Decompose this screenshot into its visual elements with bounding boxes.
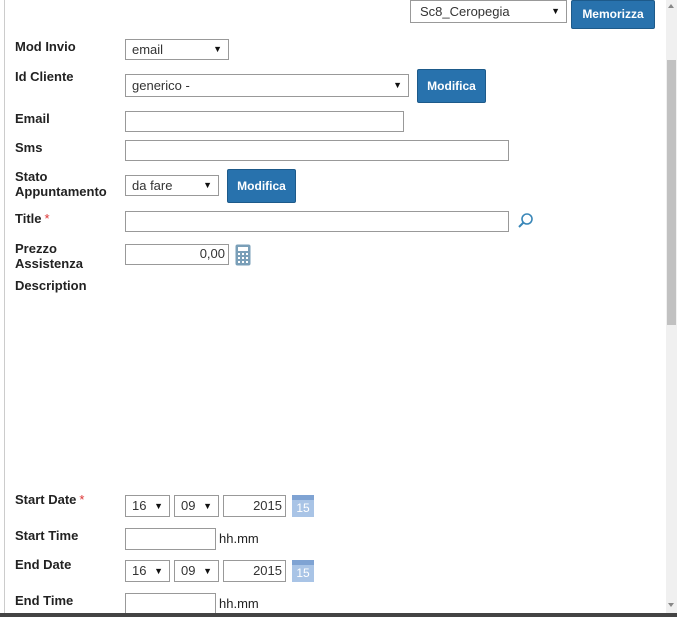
title-label-text: Title bbox=[15, 211, 42, 226]
prezzo-label-line2: Assistenza bbox=[15, 256, 83, 271]
id-cliente-value: generico - bbox=[132, 78, 190, 93]
stato-value: da fare bbox=[132, 178, 173, 193]
prezzo-label-line1: Prezzo bbox=[15, 241, 57, 256]
id-cliente-label: Id Cliente bbox=[15, 69, 74, 84]
end-time-hint: hh.mm bbox=[219, 596, 259, 611]
end-month-select[interactable]: 09 bbox=[174, 560, 219, 582]
scroll-down-arrow[interactable] bbox=[668, 603, 674, 607]
title-input[interactable] bbox=[125, 211, 509, 232]
end-month-value: 09 bbox=[181, 563, 196, 578]
description-label: Description bbox=[15, 278, 87, 293]
start-date-label: Start Date * bbox=[15, 492, 84, 507]
scrollbar-thumb[interactable] bbox=[667, 60, 676, 325]
id-cliente-select[interactable]: generico - bbox=[125, 74, 409, 97]
description-editor[interactable] bbox=[125, 275, 655, 480]
end-calendar-icon[interactable]: 15 bbox=[292, 560, 314, 582]
calculator-icon[interactable] bbox=[235, 244, 251, 266]
start-day-select[interactable]: 16 bbox=[125, 495, 170, 517]
sms-label: Sms bbox=[15, 140, 43, 155]
required-marker: * bbox=[44, 211, 50, 226]
profile-select[interactable]: Sc8_Ceropegia bbox=[410, 0, 567, 23]
stato-select[interactable]: da fare bbox=[125, 175, 219, 196]
start-year-input[interactable]: 2015 bbox=[223, 495, 286, 517]
left-border bbox=[4, 0, 5, 613]
start-calendar-icon[interactable]: 15 bbox=[292, 495, 314, 517]
stato-modifica-button[interactable]: Modifica bbox=[227, 169, 296, 203]
email-label: Email bbox=[15, 111, 50, 126]
search-icon[interactable] bbox=[517, 212, 535, 230]
start-time-label: Start Time bbox=[15, 528, 79, 543]
sms-input[interactable] bbox=[125, 140, 509, 161]
end-year-input[interactable]: 2015 bbox=[223, 560, 286, 582]
stato-label-line1: Stato bbox=[15, 169, 48, 184]
prezzo-label: Prezzo Assistenza bbox=[15, 241, 83, 271]
memorizza-button[interactable]: Memorizza bbox=[571, 0, 655, 29]
end-day-value: 16 bbox=[132, 563, 147, 578]
start-day-value: 16 bbox=[132, 498, 147, 513]
end-time-input[interactable] bbox=[125, 593, 216, 615]
start-month-value: 09 bbox=[181, 498, 196, 513]
start-time-hint: hh.mm bbox=[219, 531, 259, 546]
stato-label-line2: Appuntamento bbox=[15, 184, 107, 199]
required-marker: * bbox=[79, 492, 85, 507]
title-label: Title * bbox=[15, 211, 50, 226]
email-input[interactable] bbox=[125, 111, 404, 132]
end-time-label: End Time bbox=[15, 593, 74, 608]
end-day-select[interactable]: 16 bbox=[125, 560, 170, 582]
mod-invio-select[interactable]: email bbox=[125, 39, 229, 60]
start-time-input[interactable] bbox=[125, 528, 216, 550]
end-date-label: End Date bbox=[15, 557, 72, 572]
mod-invio-label: Mod Invio bbox=[15, 39, 76, 54]
scrollbar[interactable] bbox=[666, 0, 677, 613]
stato-label: Stato Appuntamento bbox=[15, 169, 107, 199]
prezzo-input[interactable]: 0,00 bbox=[125, 244, 229, 265]
profile-select-value: Sc8_Ceropegia bbox=[420, 4, 510, 19]
bottom-bar bbox=[0, 613, 677, 617]
start-date-label-text: Start Date bbox=[15, 492, 77, 507]
mod-invio-value: email bbox=[132, 42, 164, 57]
id-cliente-modifica-button[interactable]: Modifica bbox=[417, 69, 486, 103]
start-month-select[interactable]: 09 bbox=[174, 495, 219, 517]
scroll-up-arrow[interactable] bbox=[668, 4, 674, 8]
